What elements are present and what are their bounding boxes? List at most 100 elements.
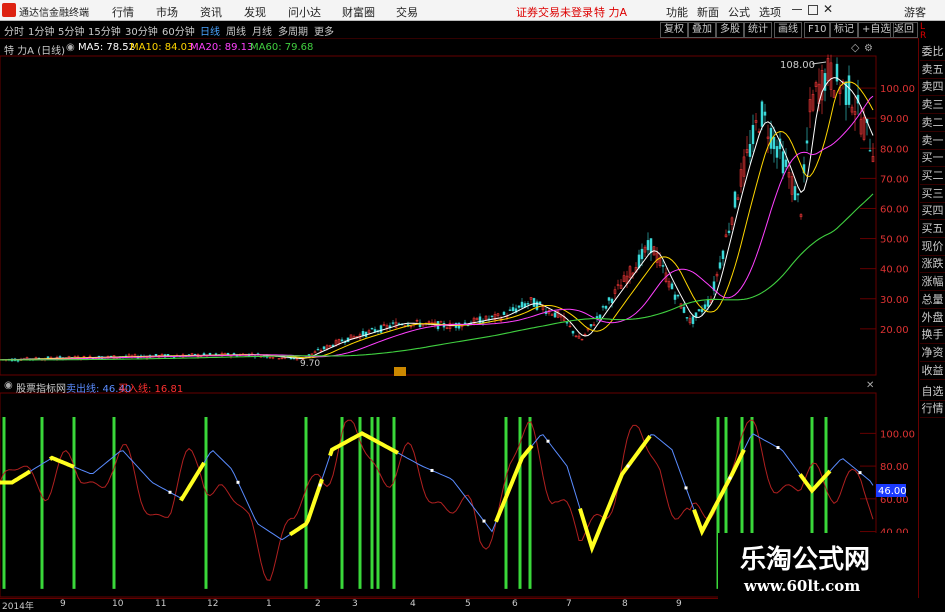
ma20-legend: MA20: 89.13 [190, 42, 254, 53]
quote-field[interactable]: 委比 [920, 43, 945, 61]
candle-body [706, 299, 710, 307]
sub-close-icon[interactable]: ✕ [866, 380, 874, 391]
period-60min[interactable]: 60分钟 [162, 23, 195, 38]
diamond-icon[interactable]: ◇ [851, 41, 860, 54]
period-more[interactable]: 更多 [314, 23, 334, 38]
quote-field[interactable]: 买三 [920, 185, 945, 203]
quote-field[interactable]: 换手 [920, 326, 945, 345]
event-marker-icon[interactable] [394, 367, 406, 376]
menu-news[interactable]: 资讯 [200, 4, 222, 20]
quote-field[interactable]: 收益 [920, 362, 945, 380]
quote-field[interactable]: 买四 [920, 202, 945, 221]
period-monthly[interactable]: 月线 [252, 23, 272, 38]
menu-function[interactable]: 功能 [666, 4, 688, 20]
candle-body [718, 262, 722, 269]
sub-grid: 100.0080.0060.0040.00 [860, 429, 915, 539]
close-icon[interactable]: ✕ [823, 2, 833, 16]
quote-field[interactable]: 涨跌 [920, 255, 945, 274]
gear-icon[interactable]: ⚙ [864, 43, 873, 54]
menu-newpage[interactable]: 新面 [697, 4, 719, 20]
ma10-line [0, 81, 874, 361]
quote-field[interactable]: 净资 [920, 344, 945, 362]
guest-label[interactable]: 游客 [904, 4, 926, 20]
add-watchlist-button[interactable]: +自选 [858, 22, 895, 38]
y-tick-label: 30.00 [880, 295, 909, 306]
sub-eye-icon[interactable]: ◉ [4, 380, 13, 391]
y-tick-label: 60.00 [880, 204, 909, 215]
quote-field[interactable]: 现价 [920, 238, 945, 256]
menu-formula[interactable]: 公式 [728, 4, 750, 20]
quote-field[interactable]: 总量 [920, 291, 945, 309]
maximize-icon[interactable] [808, 5, 818, 15]
candle-body [727, 230, 731, 234]
period-15min[interactable]: 15分钟 [88, 23, 121, 38]
stats-button[interactable]: 统计 [744, 22, 772, 38]
menu-wealth[interactable]: 财富圈 [342, 4, 375, 20]
candle-body [490, 315, 494, 318]
ma10-legend: MA10: 84.03 [130, 42, 194, 53]
candle-body [439, 321, 443, 323]
menu-discover[interactable]: 发现 [244, 4, 266, 20]
app-logo-icon [2, 3, 16, 17]
period-intraday[interactable]: 分时 [4, 23, 24, 38]
candle-body [538, 301, 542, 304]
quote-field[interactable]: 卖五 [920, 61, 945, 79]
watermark: 乐淘公式网 www.60lt.com [718, 533, 918, 603]
candle-body [847, 75, 851, 105]
panel-tab[interactable]: 自选 [920, 383, 945, 401]
minimize-icon[interactable] [792, 9, 802, 10]
adjust-button[interactable]: 复权 [660, 22, 688, 38]
menu-trade[interactable]: 交易 [396, 4, 418, 20]
ma60-legend: MA60: 79.68 [250, 42, 314, 53]
menu-market[interactable]: 市场 [156, 4, 178, 20]
quote-field[interactable]: 卖三 [920, 96, 945, 115]
draw-button[interactable]: 画线 [774, 22, 802, 38]
watermark-title: 乐淘公式网 [740, 545, 871, 575]
menu-bar: 通达信金融终端 行情 市场 资讯 发现 问小达 财富圈 交易 证券交易未登录 特… [0, 0, 945, 21]
quote-field[interactable]: 卖二 [920, 114, 945, 132]
candle-body [391, 322, 395, 324]
y-tick-label: 80.00 [880, 144, 909, 155]
eye-icon[interactable]: ◉ [66, 42, 75, 53]
multi-stock-button[interactable]: 多股 [716, 22, 744, 38]
quote-field[interactable]: 买五 [920, 220, 945, 238]
menu-quotes[interactable]: 行情 [112, 4, 134, 20]
candle-body [772, 137, 776, 150]
chart-area[interactable]: 100.00 90.00 80.00 70.00 60.00 50.00 40.00 30.0… [0, 38, 918, 598]
period-weekly[interactable]: 周线 [226, 23, 246, 38]
quote-field[interactable]: 涨幅 [920, 273, 945, 292]
period-5min[interactable]: 5分钟 [58, 23, 84, 38]
candle-body [502, 311, 506, 315]
candle-body [796, 193, 800, 196]
menu-assistant[interactable]: 问小达 [288, 4, 321, 20]
quote-field[interactable]: 外盘 [920, 309, 945, 327]
panel-tab[interactable]: 行情 [920, 400, 945, 418]
login-notice[interactable]: 证券交易未登录 [516, 4, 593, 20]
ma60-line [0, 193, 874, 361]
f10-button[interactable]: F10 [804, 22, 831, 38]
main-title: 特 力A (日线) [4, 46, 66, 57]
candle-body [520, 301, 524, 308]
quote-field[interactable]: 卖四 [920, 78, 945, 97]
period-1min[interactable]: 1分钟 [28, 23, 54, 38]
quote-field[interactable]: 买二 [920, 167, 945, 185]
candle-body [526, 303, 530, 305]
menu-options[interactable]: 选项 [759, 4, 781, 20]
candle-body [793, 186, 797, 201]
candles [1, 54, 875, 363]
y-tick-label: 70.00 [880, 174, 909, 185]
back-button[interactable]: 返回 [890, 22, 918, 38]
x-tick-label: 1 [266, 599, 272, 609]
period-daily[interactable]: 日线 [200, 23, 220, 38]
quote-field[interactable]: 买一 [920, 149, 945, 168]
current-value: 46.00 [878, 486, 907, 497]
rising-segment [578, 434, 652, 554]
quote-field[interactable]: 卖一 [920, 132, 945, 150]
mark-button[interactable]: 标记 [830, 22, 858, 38]
x-tick-label: 12 [207, 599, 219, 609]
period-30min[interactable]: 30分钟 [125, 23, 158, 38]
candle-body [760, 101, 764, 127]
period-multi[interactable]: 多周期 [278, 23, 308, 38]
y-tick-label: 90.00 [880, 114, 909, 125]
overlay-button[interactable]: 叠加 [688, 22, 716, 38]
